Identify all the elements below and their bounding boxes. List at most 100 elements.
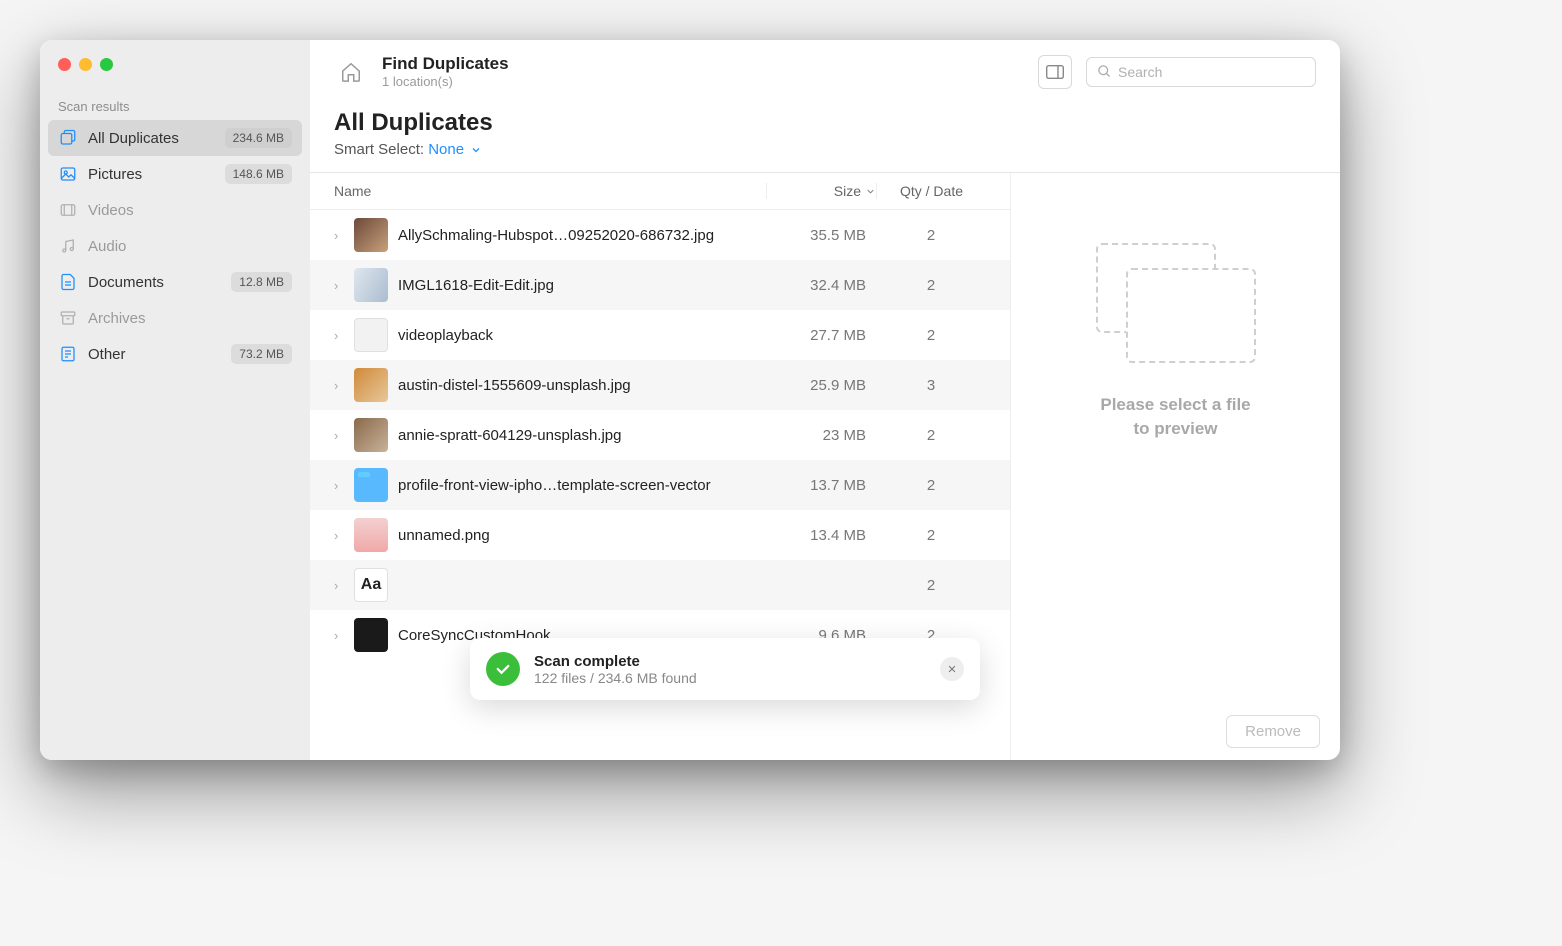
file-qty: 2 (876, 227, 986, 244)
file-name: austin-distel-1555609-unsplash.jpg (398, 377, 746, 394)
archive-icon (58, 308, 78, 328)
column-header-size[interactable]: Size (766, 183, 876, 199)
toggle-sidebar-button[interactable] (1038, 55, 1072, 89)
file-thumbnail (354, 268, 388, 302)
sidebar-item-other[interactable]: Other 73.2 MB (48, 336, 302, 372)
table-row[interactable]: › profile-front-view-ipho…template-screen… (310, 460, 1010, 510)
sidebar-item-badge: 148.6 MB (225, 164, 292, 184)
table-row[interactable]: ›Aa2 (310, 560, 1010, 610)
expand-chevron-icon[interactable]: › (334, 528, 344, 543)
smart-select-label: Smart Select: (334, 141, 424, 158)
file-size: 13.4 MB (756, 527, 866, 544)
preview-panel: Please select a file to preview (1010, 173, 1340, 760)
sidebar-item-label: Pictures (88, 166, 215, 183)
file-qty: 2 (876, 477, 986, 494)
sidebar-item-audio[interactable]: Audio (48, 228, 302, 264)
search-icon (1097, 64, 1112, 79)
sidebar-item-label: All Duplicates (88, 130, 215, 147)
file-name: profile-front-view-ipho…template-screen-… (398, 477, 746, 494)
maximize-window-button[interactable] (100, 58, 113, 71)
sidebar-item-badge: 73.2 MB (231, 344, 292, 364)
preview-placeholder-text: Please select a file to preview (1100, 393, 1250, 441)
home-button[interactable] (334, 55, 368, 89)
file-name: unnamed.png (398, 527, 746, 544)
sidebar-nav: All Duplicates234.6 MB Pictures 148.6 MB Vi… (40, 120, 310, 372)
close-window-button[interactable] (58, 58, 71, 71)
toast-body: Scan complete 122 files / 234.6 MB found (534, 653, 926, 686)
file-qty: 2 (876, 577, 986, 594)
sidebar-item-pictures[interactable]: Pictures 148.6 MB (48, 156, 302, 192)
file-qty: 2 (876, 427, 986, 444)
sidebar-item-label: Documents (88, 274, 221, 291)
expand-chevron-icon[interactable]: › (334, 578, 344, 593)
search-input[interactable] (1118, 64, 1305, 80)
page-title: Find Duplicates (382, 54, 1024, 74)
table-row[interactable]: › IMGL1618-Edit-Edit.jpg 32.4 MB 2 (310, 260, 1010, 310)
main-area: Find Duplicates 1 location(s) All Duplic… (310, 40, 1340, 760)
file-size: 23 MB (756, 427, 866, 444)
preview-placeholder-graphic (1096, 243, 1256, 363)
file-size: 35.5 MB (756, 227, 866, 244)
sidebar-item-badge: 12.8 MB (231, 272, 292, 292)
expand-chevron-icon[interactable]: › (334, 378, 344, 393)
toast-close-button[interactable] (940, 657, 964, 681)
expand-chevron-icon[interactable]: › (334, 428, 344, 443)
sidebar-section-label: Scan results (40, 81, 310, 120)
file-thumbnail (354, 468, 388, 502)
table-row[interactable]: ›videoplayback27.7 MB2 (310, 310, 1010, 360)
expand-chevron-icon[interactable]: › (334, 628, 344, 643)
sidebar-item-label: Archives (88, 310, 292, 327)
title-block: Find Duplicates 1 location(s) (382, 54, 1024, 89)
sidebar: Scan results All Duplicates234.6 MBPictu… (40, 40, 310, 760)
column-header-name[interactable]: Name (334, 183, 766, 199)
close-icon (947, 664, 957, 674)
file-name: IMGL1618-Edit-Edit.jpg (398, 277, 746, 294)
file-qty: 2 (876, 277, 986, 294)
home-icon (340, 61, 362, 83)
search-field[interactable] (1086, 57, 1316, 87)
file-size: 25.9 MB (756, 377, 866, 394)
file-qty: 2 (876, 327, 986, 344)
table-row[interactable]: › annie-spratt-604129-unsplash.jpg 23 MB 2 (310, 410, 1010, 460)
sidebar-item-videos[interactable]: Videos (48, 192, 302, 228)
table-row[interactable]: › unnamed.png 13.4 MB 2 (310, 510, 1010, 560)
footer: Remove (1206, 703, 1340, 760)
toast-title: Scan complete (534, 653, 926, 670)
video-icon (58, 200, 78, 220)
toast-subtitle: 122 files / 234.6 MB found (534, 670, 926, 686)
smart-select: Smart Select: None (334, 141, 1316, 158)
file-size: 13.7 MB (756, 477, 866, 494)
sidebar-item-label: Other (88, 346, 221, 363)
smart-select-value: None (428, 141, 464, 158)
file-thumbnail (354, 418, 388, 452)
expand-chevron-icon[interactable]: › (334, 278, 344, 293)
file-name: AllySchmaling-Hubspot…09252020-686732.jp… (398, 227, 746, 244)
minimize-window-button[interactable] (79, 58, 92, 71)
window-controls (40, 40, 310, 81)
picture-icon (58, 164, 78, 184)
file-size: 32.4 MB (756, 277, 866, 294)
file-name: annie-spratt-604129-unsplash.jpg (398, 427, 746, 444)
smart-select-dropdown[interactable]: None (428, 141, 482, 158)
expand-chevron-icon[interactable]: › (334, 478, 344, 493)
sort-desc-icon (865, 186, 876, 197)
expand-chevron-icon[interactable]: › (334, 228, 344, 243)
file-qty: 2 (876, 527, 986, 544)
column-header-qty[interactable]: Qty / Date (876, 183, 986, 199)
file-qty: 3 (876, 377, 986, 394)
sidebar-item-documents[interactable]: Documents 12.8 MB (48, 264, 302, 300)
stack-icon (58, 128, 78, 148)
table-row[interactable]: › austin-distel-1555609-unsplash.jpg 25.9 … (310, 360, 1010, 410)
file-thumbnail (354, 518, 388, 552)
sidebar-item-all-duplicates[interactable]: All Duplicates234.6 MB (48, 120, 302, 156)
topbar: Find Duplicates 1 location(s) (310, 40, 1340, 103)
sidebar-item-archives[interactable]: Archives (48, 300, 302, 336)
audio-icon (58, 236, 78, 256)
scan-complete-toast: Scan complete 122 files / 234.6 MB found (470, 638, 980, 700)
remove-button[interactable]: Remove (1226, 715, 1320, 748)
expand-chevron-icon[interactable]: › (334, 328, 344, 343)
table-row[interactable]: › AllySchmaling-Hubspot…09252020-686732.j… (310, 210, 1010, 260)
content-heading: All Duplicates (334, 109, 1316, 137)
file-name: videoplayback (398, 327, 746, 344)
sidebar-item-label: Audio (88, 238, 292, 255)
